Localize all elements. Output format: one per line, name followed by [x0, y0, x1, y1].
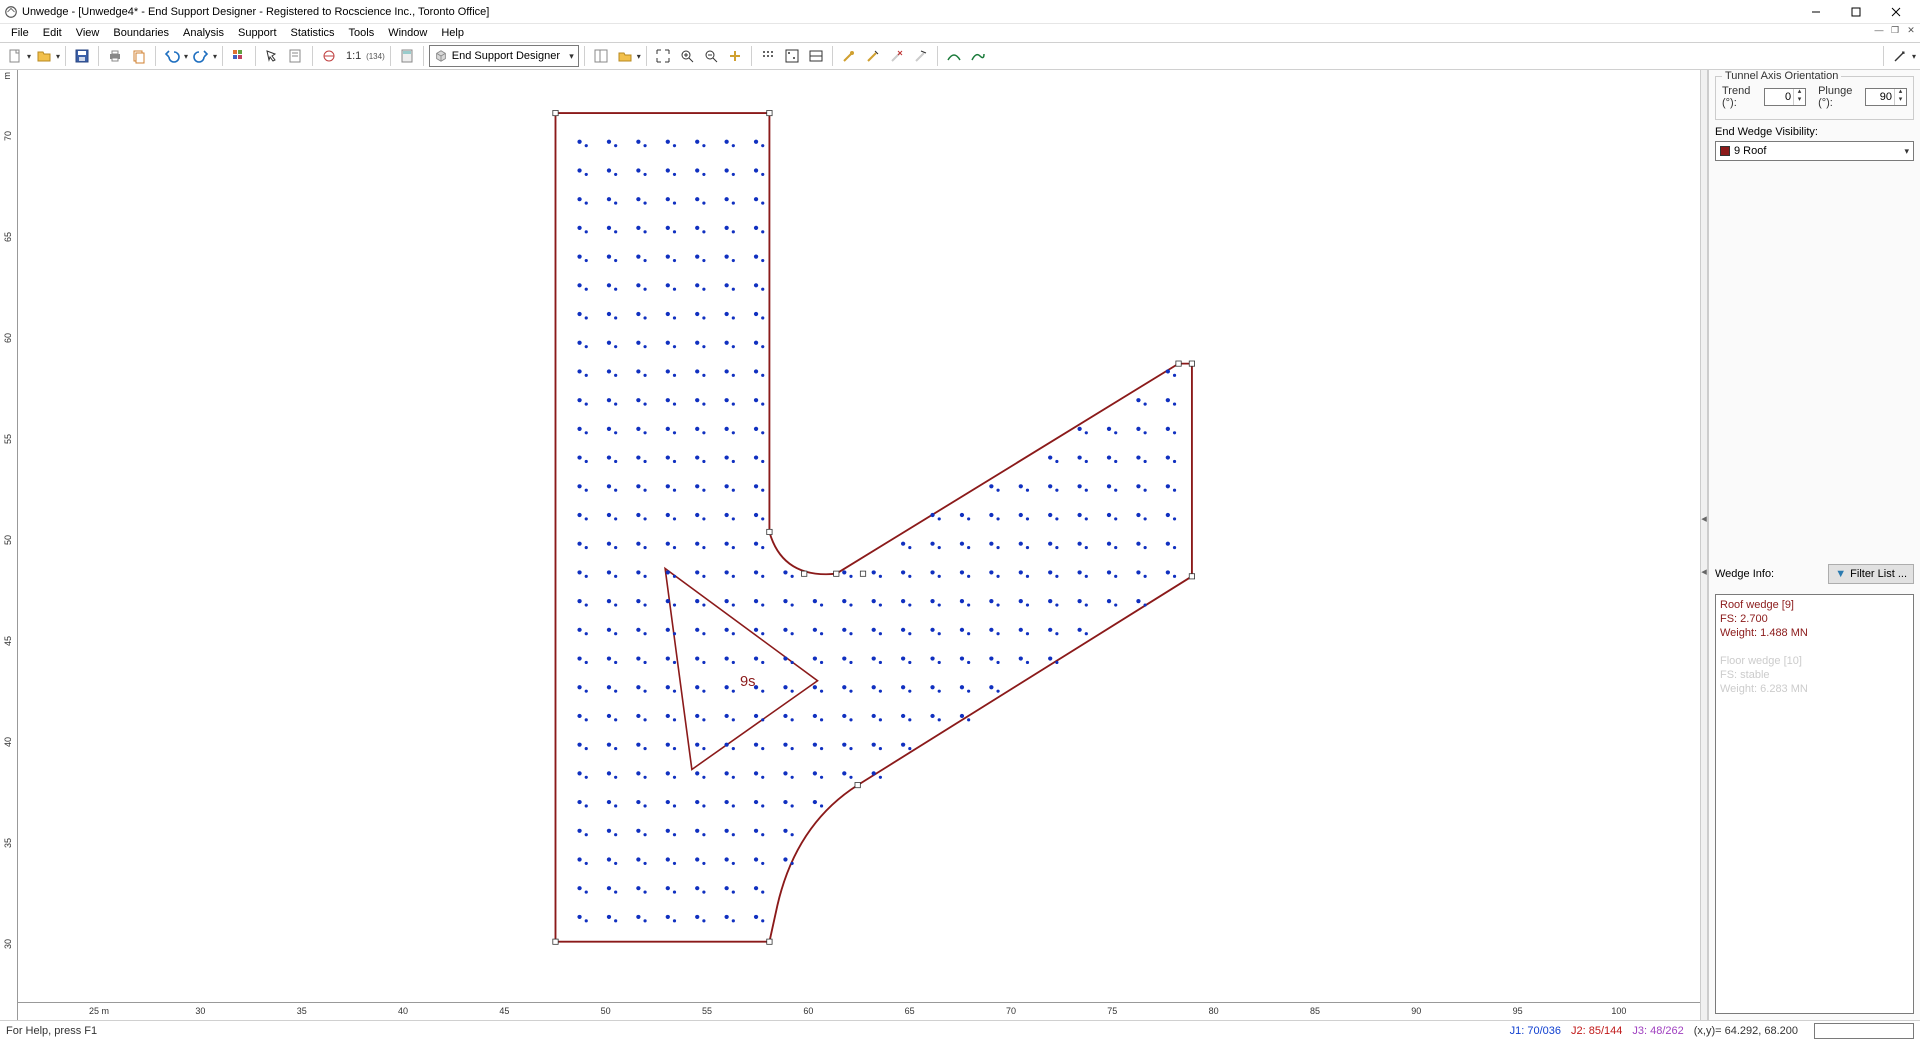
visibility-combo[interactable]: 9 Roof ▾: [1715, 141, 1914, 161]
status-help-text: For Help, press F1: [6, 1025, 1500, 1037]
cube-icon: [434, 49, 448, 63]
app-icon: [4, 5, 18, 19]
wedge-entry[interactable]: Floor wedge [10]FS: stableWeight: 6.283 …: [1720, 654, 1909, 710]
toolbar: ▾ ▾ ▾ ▾ 1:1 (134) End Support Designer ▾…: [0, 42, 1920, 70]
menu-support[interactable]: Support: [231, 26, 284, 40]
side-panel: Tunnel Axis Orientation Trend (°): ▴▾ Pl…: [1708, 70, 1920, 1020]
mdi-restore-button[interactable]: ❐: [1888, 24, 1902, 36]
wedge-info-list[interactable]: Roof wedge [9]FS: 2.700Weight: 1.488 MN …: [1715, 594, 1914, 1014]
delete-bolt-button[interactable]: [886, 45, 908, 67]
menu-help[interactable]: Help: [434, 26, 471, 40]
side-collapse-handle[interactable]: ◂◂: [1700, 70, 1708, 1020]
undo-button[interactable]: ▾: [161, 45, 188, 67]
drawing-canvas[interactable]: 9s: [18, 70, 1700, 1020]
new-button[interactable]: ▾: [4, 45, 31, 67]
bolt-pattern-2-button[interactable]: [781, 45, 803, 67]
mdi-controls: — ❐ ✕: [1872, 24, 1918, 36]
bolt-pattern-1-button[interactable]: [757, 45, 779, 67]
filter-list-button[interactable]: ▼ Filter List ...: [1828, 564, 1914, 584]
scale-readout: (134): [366, 52, 385, 61]
group-legend: Tunnel Axis Orientation: [1722, 70, 1841, 82]
window-minimize-button[interactable]: [1796, 1, 1836, 23]
grid-button[interactable]: [228, 45, 250, 67]
visibility-value: 9 Roof: [1734, 145, 1904, 157]
window-title: Unwedge - [Unwedge4* - End Support Desig…: [22, 6, 489, 18]
wedge-entry[interactable]: Roof wedge [9]FS: 2.700Weight: 1.488 MN: [1720, 598, 1909, 654]
menu-analysis[interactable]: Analysis: [176, 26, 231, 40]
properties-button[interactable]: [285, 45, 307, 67]
window-close-button[interactable]: [1876, 1, 1916, 23]
calculator-button[interactable]: [396, 45, 418, 67]
filter-button-label: Filter List ...: [1850, 568, 1907, 580]
vertical-ruler: m 303540455055606570: [0, 70, 18, 1020]
save-button[interactable]: [71, 45, 93, 67]
panel-toggle-button[interactable]: [590, 45, 612, 67]
plunge-label: Plunge (°):: [1818, 85, 1861, 109]
svg-text:1:1: 1:1: [346, 50, 361, 62]
main-area: m 303540455055606570: [0, 70, 1920, 1020]
layers-button[interactable]: ▾: [614, 45, 641, 67]
select-button[interactable]: [261, 45, 283, 67]
edit-bolt-button[interactable]: [862, 45, 884, 67]
menu-bar: File Edit View Boundaries Analysis Suppo…: [0, 24, 1920, 42]
status-bar: For Help, press F1 J1: 70/036 J2: 85/144…: [0, 1020, 1920, 1040]
menu-edit[interactable]: Edit: [36, 26, 69, 40]
trend-input[interactable]: [1765, 89, 1793, 105]
visibility-label: End Wedge Visibility:: [1715, 126, 1818, 138]
chevron-down-icon: ▾: [1904, 146, 1909, 157]
bolt-pattern-3-button[interactable]: [805, 45, 827, 67]
menu-view[interactable]: View: [69, 26, 107, 40]
chevron-down-icon: ▾: [569, 51, 574, 62]
horizontal-ruler: 25 m3035404550556065707580859095100: [18, 1002, 1700, 1020]
status-j1: J1: 70/036: [1510, 1025, 1561, 1037]
print-button[interactable]: [104, 45, 126, 67]
open-button[interactable]: ▾: [33, 45, 60, 67]
menu-boundaries[interactable]: Boundaries: [106, 26, 176, 40]
status-coordinates: (x,y)= 64.292, 68.200: [1694, 1025, 1798, 1037]
canvas-area: m 303540455055606570: [0, 70, 1700, 1020]
redo-button[interactable]: ▾: [190, 45, 217, 67]
menu-file[interactable]: File: [4, 26, 36, 40]
status-j2: J2: 85/144: [1571, 1025, 1622, 1037]
scale-button[interactable]: 1:1: [342, 45, 364, 67]
mdi-close-button[interactable]: ✕: [1904, 24, 1918, 36]
zoom-in-button[interactable]: [676, 45, 698, 67]
view-selector-label: End Support Designer: [452, 50, 565, 62]
command-input[interactable]: [1814, 1023, 1914, 1039]
plunge-spinner[interactable]: ▴▾: [1865, 88, 1907, 106]
trend-spinner[interactable]: ▴▾: [1764, 88, 1806, 106]
add-bolt-button[interactable]: [838, 45, 860, 67]
zoom-out-button[interactable]: [700, 45, 722, 67]
mdi-minimize-button[interactable]: —: [1872, 24, 1886, 36]
menu-statistics[interactable]: Statistics: [284, 26, 342, 40]
copy-button[interactable]: [128, 45, 150, 67]
color-swatch-icon: [1720, 146, 1730, 156]
bolt-angle-button[interactable]: [910, 45, 932, 67]
menu-tools[interactable]: Tools: [342, 26, 382, 40]
tunnel-axis-group: Tunnel Axis Orientation Trend (°): ▴▾ Pl…: [1715, 76, 1914, 120]
arrow-tool-button[interactable]: ▾: [1889, 45, 1916, 67]
menu-window[interactable]: Window: [381, 26, 434, 40]
status-j3: J3: 48/262: [1632, 1025, 1683, 1037]
pan-button[interactable]: [724, 45, 746, 67]
title-bar: Unwedge - [Unwedge4* - End Support Desig…: [0, 0, 1920, 24]
plunge-input[interactable]: [1866, 89, 1894, 105]
trend-label: Trend (°):: [1722, 85, 1760, 109]
curve-1-button[interactable]: [943, 45, 965, 67]
joints-button[interactable]: [318, 45, 340, 67]
curve-2-button[interactable]: [967, 45, 989, 67]
wedge-info-label: Wedge Info:: [1715, 568, 1774, 580]
view-selector[interactable]: End Support Designer ▾: [429, 45, 579, 67]
window-maximize-button[interactable]: [1836, 1, 1876, 23]
svg-text:9s: 9s: [740, 674, 756, 690]
filter-icon: ▼: [1835, 568, 1846, 580]
zoom-extents-button[interactable]: [652, 45, 674, 67]
